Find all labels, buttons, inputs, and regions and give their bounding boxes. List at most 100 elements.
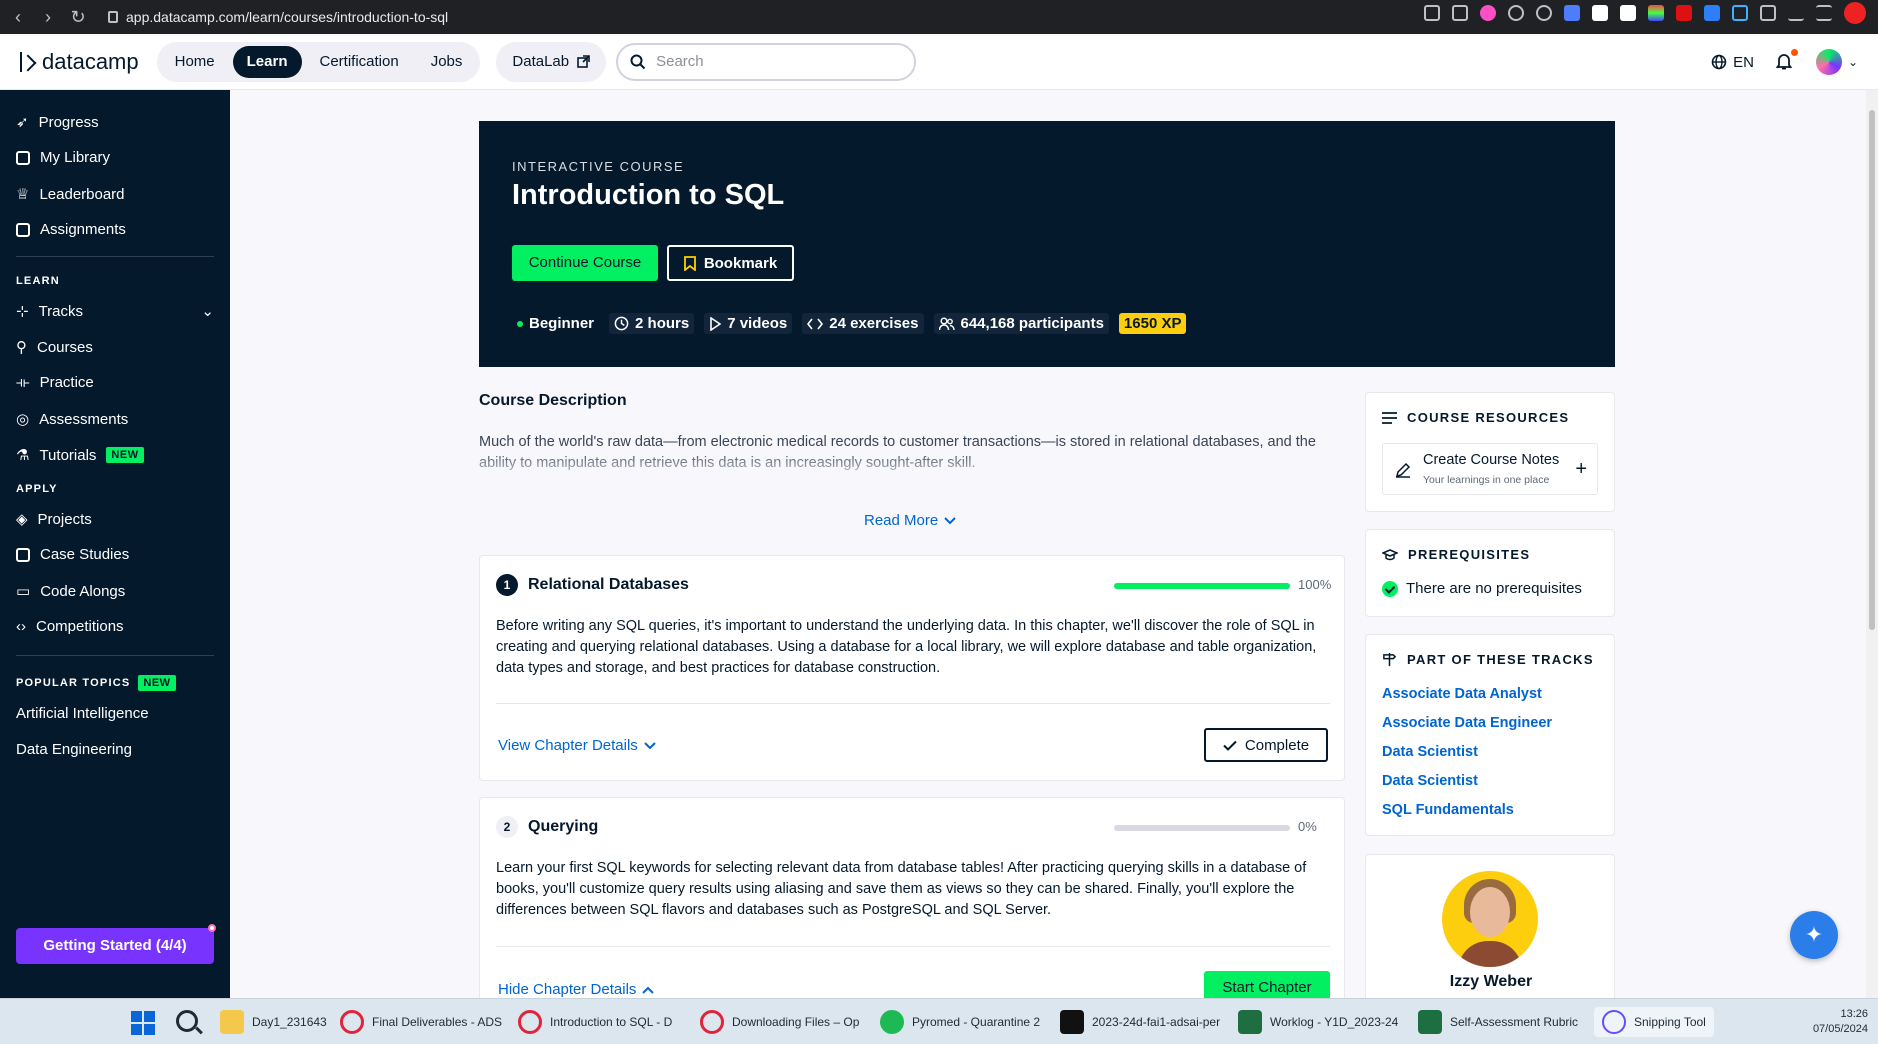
ai-assistant-button[interactable]: ✦ <box>1790 911 1838 959</box>
bookmark-button[interactable]: Bookmark <box>667 245 794 281</box>
sidebar-item-leaderboard[interactable]: ♕ Leaderboard <box>16 185 125 204</box>
hide-chapter-details-link[interactable]: Hide Chapter Details <box>498 981 655 998</box>
extension-icon[interactable] <box>1592 5 1608 21</box>
chapter-title: Querying <box>528 818 599 835</box>
sidebar-item-competitions[interactable]: ‹› Competitions <box>16 618 124 635</box>
system-clock[interactable]: 13:26 07/05/2024 <box>1813 1007 1868 1037</box>
complete-button[interactable]: Complete <box>1204 728 1328 762</box>
track-link[interactable]: Associate Data Analyst <box>1382 686 1542 702</box>
menu-icon[interactable] <box>1816 5 1832 21</box>
sidebar-item-code-alongs[interactable]: ▭ Code Alongs <box>16 582 125 601</box>
create-notes-title: Create Course Notes <box>1423 452 1560 468</box>
play-icon[interactable] <box>1508 5 1524 21</box>
read-more-button[interactable]: Read More <box>864 512 956 529</box>
sidebar-item-label: My Library <box>40 149 111 166</box>
level-label: Beginner <box>529 315 595 332</box>
nav-home[interactable]: Home <box>161 46 229 78</box>
taskbar-app[interactable]: Day1_231643 <box>220 1007 327 1037</box>
nav-learn[interactable]: Learn <box>232 45 302 78</box>
taskbar-app[interactable]: Worklog - Y1D_2023-24 <box>1238 1007 1398 1037</box>
heart-icon[interactable] <box>1536 5 1552 21</box>
create-notes-button[interactable]: Create Course Notes Your learnings in on… <box>1382 443 1598 495</box>
taskbar-app[interactable]: 2023-24d-fai1-adsai-per <box>1060 1007 1220 1037</box>
address-bar[interactable]: app.datacamp.com/learn/courses/introduct… <box>108 9 448 25</box>
sidebar-item-tutorials[interactable]: ⚗ Tutorials NEW <box>16 446 144 464</box>
sidebar-item-tracks[interactable]: ⊹ Tracks ⌄ <box>16 302 214 321</box>
taskbar-app-label: Self-Assessment Rubric <box>1450 1015 1579 1029</box>
sidebar-item-my-library[interactable]: My Library <box>16 149 110 166</box>
track-link[interactable]: Associate Data Engineer <box>1382 715 1552 731</box>
continue-course-button[interactable]: Continue Course <box>512 245 658 281</box>
search-box[interactable] <box>616 42 917 81</box>
browser-toolbar: ‹ › ↻ app.datacamp.com/learn/courses/int… <box>0 0 1878 34</box>
account-menu[interactable]: ⌄ <box>1815 49 1858 75</box>
track-link[interactable]: Data Scientist <box>1382 773 1478 789</box>
signpost-icon <box>1383 652 1397 667</box>
datacamp-logo[interactable]: datacamp <box>18 49 139 75</box>
url-text[interactable]: app.datacamp.com/learn/courses/introduct… <box>126 9 448 25</box>
notifications-button[interactable] <box>1774 49 1798 73</box>
ublock-icon[interactable] <box>1676 5 1692 21</box>
back-icon[interactable]: ‹ <box>6 5 30 29</box>
taskbar-app[interactable]: Pyromed - Quarantine 2 <box>880 1007 1040 1037</box>
track-link[interactable]: SQL Fundamentals <box>1382 802 1514 818</box>
sidebar-item-practice[interactable]: ⟛ Practice <box>16 374 94 391</box>
check-icon <box>1223 740 1237 751</box>
getting-started-button[interactable]: Getting Started (4/4) <box>16 924 216 964</box>
participants-label: 644,168 participants <box>960 315 1104 332</box>
sidebar-item-ai[interactable]: Artificial Intelligence <box>16 705 149 722</box>
instructor-avatar[interactable] <box>1442 871 1538 967</box>
edit-icon[interactable] <box>1424 5 1440 21</box>
taskbar-app-label: Final Deliverables - ADS <box>372 1015 503 1029</box>
sidebar-item-assignments[interactable]: Assignments <box>16 221 126 238</box>
sidebar-item-assessments[interactable]: ◎ Assessments <box>16 410 128 429</box>
sidebar-item-case-studies[interactable]: Case Studies <box>16 546 129 563</box>
sidebar-item-courses[interactable]: ⚲ Courses <box>16 338 93 357</box>
getting-started-label: Getting Started (4/4) <box>43 937 187 954</box>
download-icon[interactable] <box>1788 5 1804 21</box>
plus-icon: + <box>1575 458 1587 480</box>
external-link-icon <box>577 55 590 68</box>
screenshot-icon[interactable] <box>1732 5 1748 21</box>
taskbar-search-icon[interactable] <box>176 1010 198 1032</box>
taskbar-app[interactable]: Downloading Files – Op <box>700 1007 859 1037</box>
scrollbar-thumb[interactable] <box>1869 110 1875 630</box>
sidebar-item-label: Case Studies <box>40 546 130 563</box>
track-link[interactable]: Data Scientist <box>1382 744 1478 760</box>
datalab-button[interactable]: DataLab <box>496 41 607 82</box>
course-resources-heading: COURSE RESOURCES <box>1382 410 1569 425</box>
extensions-bar <box>1424 2 1866 24</box>
page-scrollbar[interactable] <box>1866 90 1878 998</box>
sidebar-item-data-engineering[interactable]: Data Engineering <box>16 741 132 758</box>
pencil-icon <box>1395 462 1411 478</box>
reload-icon[interactable]: ↻ <box>66 5 90 29</box>
forward-icon[interactable]: › <box>36 5 60 29</box>
taskbar-app[interactable]: Self-Assessment Rubric <box>1418 1007 1578 1037</box>
camera-icon[interactable] <box>1452 5 1468 21</box>
chapter-card: 2 Querying 0% Learn your first SQL keywo… <box>479 797 1345 1017</box>
profile-avatar[interactable] <box>1844 2 1866 24</box>
sidebar-item-label: Tutorials <box>39 446 97 464</box>
color-icon[interactable] <box>1648 5 1664 21</box>
language-selector[interactable]: EN <box>1711 54 1754 71</box>
instructor-name[interactable]: Izzy Weber <box>1366 973 1616 991</box>
sidebar-item-progress[interactable]: ➶ Progress <box>16 113 99 132</box>
taskbar-app[interactable]: Final Deliverables - ADS <box>340 1007 502 1037</box>
windows-taskbar: Day1_231643 Final Deliverables - ADS Int… <box>0 998 1878 1044</box>
taskbar-app-label: Introduction to SQL - D <box>550 1015 673 1029</box>
search-input[interactable] <box>656 53 887 70</box>
nav-certification[interactable]: Certification <box>306 46 413 78</box>
taskbar-app[interactable]: Snipping Tool <box>1594 1007 1714 1037</box>
nav-jobs[interactable]: Jobs <box>417 46 477 78</box>
extension-icon[interactable] <box>1480 5 1496 21</box>
taskbar-app[interactable]: Introduction to SQL - D <box>518 1007 672 1037</box>
play-store-icon[interactable] <box>1704 5 1720 21</box>
chevron-up-icon <box>642 986 655 994</box>
openai-icon[interactable] <box>1620 5 1636 21</box>
chevron-down-icon <box>644 741 656 749</box>
sidebar-item-projects[interactable]: ◈ Projects <box>16 510 92 529</box>
translate-icon[interactable] <box>1564 5 1580 21</box>
windows-start-button[interactable] <box>131 1011 155 1035</box>
view-chapter-details-link[interactable]: View Chapter Details <box>498 737 656 754</box>
cube-icon[interactable] <box>1760 5 1776 21</box>
